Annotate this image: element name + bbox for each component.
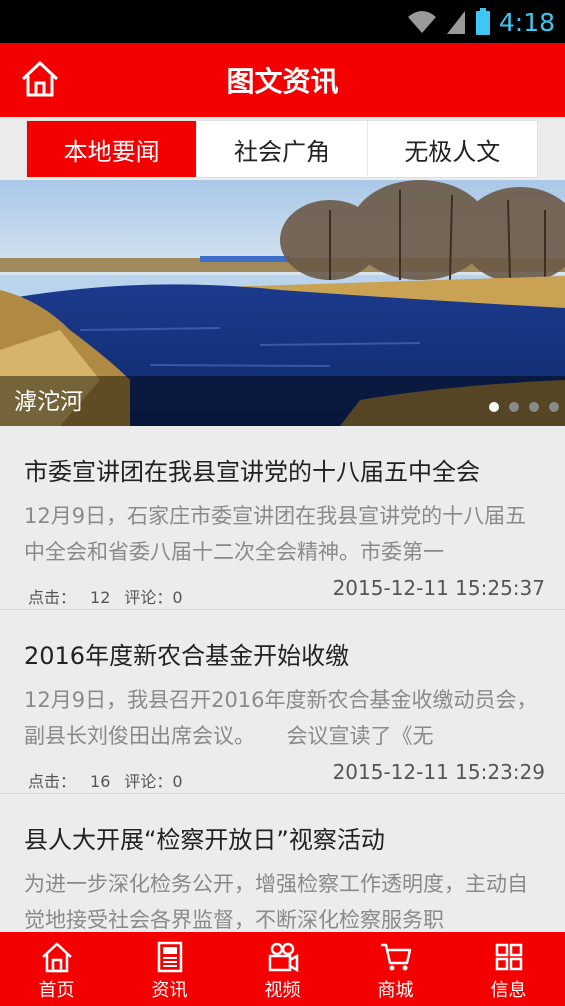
video-camera-icon — [268, 942, 298, 973]
tab-local-news[interactable]: 本地要闻 — [27, 121, 198, 177]
news-summary: 为进一步深化检务公开，增强检察工作透明度，主动自觉地接受社会各界监督，不断深化检… — [24, 872, 528, 932]
clicks-label: 点击： — [28, 772, 77, 791]
news-summary: 12月9日，我县召开2016年度新农合基金收缴动员会，副县长刘俊田出席会议。 会… — [24, 688, 538, 748]
nav-shop[interactable]: 商城 — [339, 932, 452, 1006]
nav-label: 信息 — [490, 980, 527, 1001]
news-icon — [157, 941, 182, 973]
news-title: 2016年度新农合基金开始收缴 — [24, 642, 350, 670]
home-icon — [41, 942, 72, 973]
news-date: 2015-12-11 15:25:37 — [332, 576, 545, 600]
comments-count: 评论：0 — [124, 772, 183, 791]
clicks-count: 16 — [90, 772, 111, 791]
news-meta: 点击： 12 评论：0 — [28, 584, 197, 608]
news-title: 县人大开展“检察开放日”视察活动 — [24, 826, 385, 854]
news-list: 市委宣讲团在我县宣讲党的十八届五中全会 12月9日，石家庄市委宣讲团在我县宣讲党… — [0, 426, 565, 978]
nav-news[interactable]: 资讯 — [113, 932, 226, 1006]
status-bar: 4:18 — [0, 0, 565, 43]
news-title: 市委宣讲团在我县宣讲党的十八届五中全会 — [24, 458, 480, 486]
clicks-label: 点击： — [28, 588, 77, 607]
tab-society[interactable]: 社会广角 — [197, 121, 368, 177]
news-item[interactable]: 2016年度新农合基金开始收缴 12月9日，我县召开2016年度新农合基金收缴动… — [0, 610, 565, 794]
news-summary: 12月9日，石家庄市委宣讲团在我县宣讲党的十八届五中全会和省委八届十二次全会精神… — [24, 504, 527, 564]
banner-caption-bar — [0, 376, 565, 426]
tab-culture[interactable]: 无极人文 — [368, 121, 537, 177]
news-meta: 点击： 16 评论：0 — [28, 768, 197, 792]
bottom-nav: 首页 资讯 视频 商城 信息 — [0, 932, 565, 1006]
shopping-cart-icon — [380, 943, 411, 971]
app-header: 图文资讯 — [0, 43, 565, 117]
nav-label: 商城 — [377, 980, 414, 1001]
news-date: 2015-12-11 15:23:29 — [332, 760, 545, 784]
battery-icon — [475, 8, 490, 35]
nav-home[interactable]: 首页 — [0, 932, 113, 1006]
banner-carousel[interactable]: 滹沱河 — [0, 180, 565, 426]
grid-icon — [495, 943, 522, 971]
banner-caption: 滹沱河 — [14, 389, 83, 415]
comments-count: 评论：0 — [124, 588, 183, 607]
carousel-indicators — [489, 402, 559, 412]
carousel-dot[interactable] — [509, 402, 519, 412]
signal-icon — [446, 11, 465, 34]
nav-label: 资讯 — [151, 980, 188, 1001]
category-tabs: 本地要闻 社会广角 无极人文 — [26, 120, 538, 178]
wifi-icon — [407, 11, 436, 33]
page-title: 图文资讯 — [226, 65, 339, 98]
clicks-count: 12 — [90, 588, 111, 607]
nav-label: 视频 — [264, 980, 301, 1001]
nav-label: 首页 — [38, 980, 75, 1001]
nav-info[interactable]: 信息 — [452, 932, 565, 1006]
carousel-dot[interactable] — [549, 402, 559, 412]
carousel-dot[interactable] — [489, 402, 499, 412]
status-time: 4:18 — [498, 7, 555, 37]
nav-video[interactable]: 视频 — [226, 932, 339, 1006]
news-item[interactable]: 市委宣讲团在我县宣讲党的十八届五中全会 12月9日，石家庄市委宣讲团在我县宣讲党… — [0, 426, 565, 610]
carousel-dot[interactable] — [529, 402, 539, 412]
